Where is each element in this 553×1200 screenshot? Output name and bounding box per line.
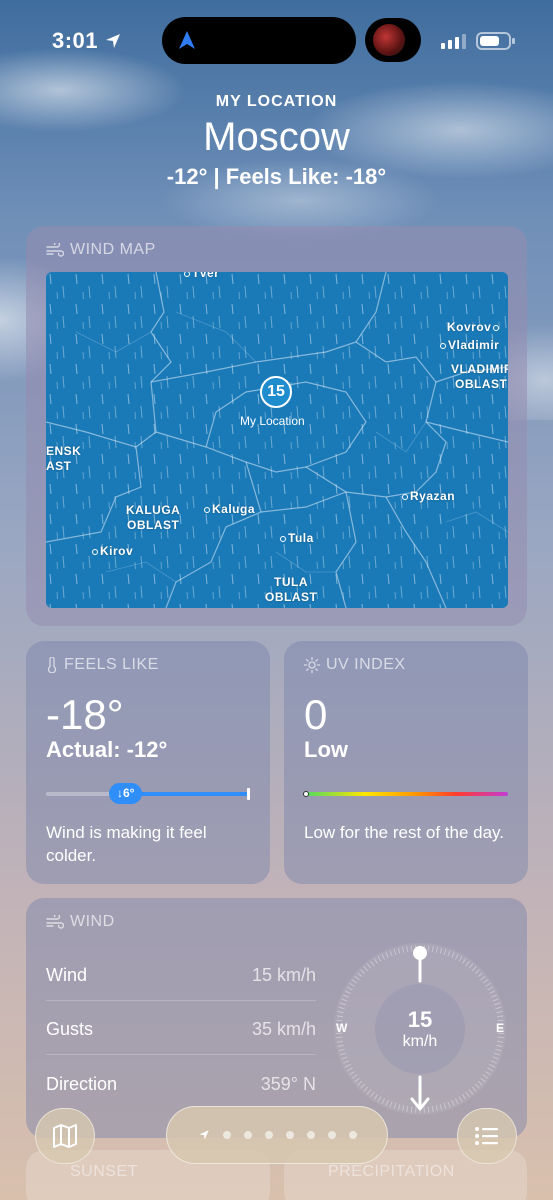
dynamic-island[interactable] (162, 17, 356, 64)
uv-index-value: 0 (304, 691, 328, 738)
my-location-marker[interactable]: 15 (260, 376, 292, 408)
wind-map-card[interactable]: WIND MAP Tver Kovrov Vladimir VLADIMIR O… (26, 226, 527, 626)
compass-tick (427, 1106, 430, 1113)
precipitation-title: PRECIPITATION (328, 1163, 455, 1180)
map-place-vladimir: Vladimir (440, 338, 499, 352)
location-arrow-icon (198, 1130, 209, 1140)
list-button[interactable] (457, 1108, 517, 1164)
wind-map-title-text: WIND MAP (70, 241, 156, 258)
compass-tick (410, 945, 413, 952)
page-dot[interactable] (285, 1131, 294, 1139)
map-icon (53, 1124, 77, 1148)
wind-row-value: 15 km/h (251, 965, 316, 985)
map-place-kaluga: Kaluga (204, 502, 255, 516)
page-dot[interactable] (222, 1131, 231, 1139)
wind-card[interactable]: WIND Wind 15 km/h Gusts 35 km/h Directio… (26, 898, 527, 1138)
page-dot[interactable] (306, 1131, 315, 1139)
city-name: Moscow (203, 115, 350, 159)
wind-title: WIND (46, 913, 115, 931)
wind-row-label: Gusts (46, 1019, 94, 1039)
wind-row-speed: Wind 15 km/h (46, 951, 316, 1001)
thermometer-icon (47, 657, 57, 673)
wind-map[interactable]: Tver Kovrov Vladimir VLADIMIR OBLAST ENS… (46, 272, 508, 608)
wind-row-value: 35 km/h (251, 1019, 316, 1039)
my-location-label: My Location (240, 414, 305, 428)
map-region-tula-1: TULA (274, 575, 308, 589)
status-time: 3:01 (52, 28, 99, 53)
wind-row-direction: Direction 359° N (46, 1059, 316, 1109)
wind-row-label: Wind (46, 965, 88, 985)
wind-map-title: WIND MAP (46, 241, 156, 259)
map-region-kaluga-2: OBLAST (127, 518, 180, 532)
avatar (373, 24, 405, 56)
feels-like-title-text: FEELS LIKE (64, 656, 159, 673)
map-region-tula-2: OBLAST (265, 590, 318, 604)
actual-temperature: Actual: -12° (46, 737, 168, 762)
location-label: MY LOCATION (215, 93, 338, 110)
compass-tick (410, 1106, 413, 1113)
uv-index-indicator (303, 791, 309, 797)
feels-like-card[interactable]: FEELS LIKE -18° Actual: -12° ↓6° Wind is… (26, 641, 270, 884)
compass-unit: km/h (402, 1033, 438, 1050)
map-region-smolensk-1: ENSK (46, 444, 82, 458)
uv-index-level: Low (304, 737, 348, 762)
battery-icon (476, 32, 515, 50)
sun-icon (304, 657, 320, 673)
location-header: MY LOCATION Moscow -12° | Feels Like: -1… (0, 93, 553, 190)
feels-like-value: -18° (46, 691, 124, 738)
sunset-title: SUNSET (70, 1163, 138, 1180)
page-indicator[interactable] (166, 1106, 388, 1164)
feels-like-title: FEELS LIKE (46, 656, 159, 674)
wind-icon (46, 915, 64, 929)
status-bar: 3:01 (0, 0, 553, 80)
page-dot[interactable] (264, 1131, 273, 1139)
compass-tick (427, 945, 430, 952)
map-place-ryazan: Ryazan (402, 489, 455, 503)
feels-like-bar: ↓6° (46, 783, 250, 804)
map-region-vladimir-1: VLADIMIR (451, 362, 508, 376)
map-place-tver: Tver (184, 272, 219, 280)
page-dot[interactable] (327, 1131, 336, 1139)
uv-index-card[interactable]: UV INDEX 0 Low Low for the rest of the d… (284, 641, 528, 884)
map-region-vladimir-2: OBLAST (455, 377, 508, 391)
map-place-kirov: Kirov (92, 544, 133, 558)
uv-index-title-text: UV INDEX (326, 656, 406, 673)
uv-index-description: Low for the rest of the day. (304, 823, 505, 842)
map-place-kovrov: Kovrov (447, 320, 501, 334)
wind-row-value: 359° N (260, 1073, 316, 1094)
signal-icon (441, 34, 466, 49)
wind-title-text: WIND (70, 913, 115, 930)
wind-row-label: Direction (46, 1073, 118, 1094)
list-icon (475, 1127, 498, 1145)
page-dot[interactable] (243, 1131, 252, 1139)
map-region-smolensk-2: AST (46, 459, 72, 473)
location-arrow-icon (106, 34, 120, 48)
temperature-summary: -12° | Feels Like: -18° (166, 164, 387, 189)
page-dot[interactable] (348, 1131, 357, 1139)
feels-like-description: Wind is making it feel colder. (46, 823, 207, 865)
compass-speed: 15 (407, 1007, 433, 1032)
wind-row-gusts: Gusts 35 km/h (46, 1005, 316, 1055)
uv-index-bar (303, 791, 508, 797)
wind-icon (46, 243, 64, 257)
uv-index-title: UV INDEX (304, 656, 406, 674)
map-place-tula: Tula (280, 531, 314, 545)
live-activity-avatar[interactable] (365, 18, 421, 62)
navigation-arrow-icon (179, 31, 195, 49)
feels-like-delta-badge: ↓6° (109, 783, 143, 804)
wind-compass: W E 15 km/h (332, 941, 508, 1117)
map-region-kaluga-1: KALUGA (126, 503, 181, 517)
map-button[interactable] (35, 1108, 95, 1164)
